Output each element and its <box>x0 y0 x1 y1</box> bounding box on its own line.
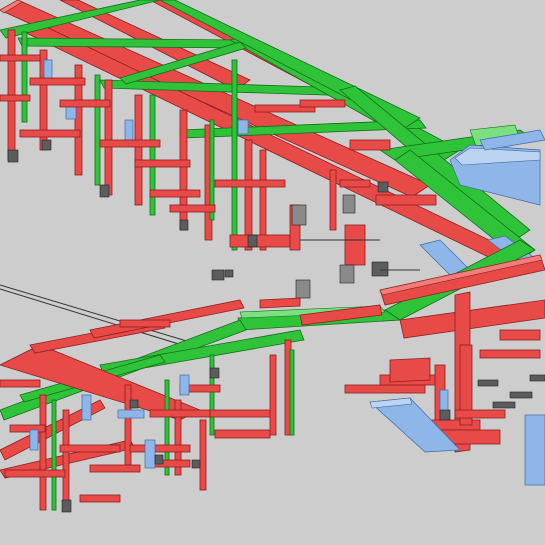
model-viewport[interactable]: .r { fill:#e84a48; stroke:#8c1f1f; strok… <box>0 0 545 545</box>
lower-duct-system <box>0 299 305 513</box>
bim-3d-view[interactable]: .r { fill:#e84a48; stroke:#8c1f1f; strok… <box>0 0 545 545</box>
right-duct-system <box>237 239 545 486</box>
